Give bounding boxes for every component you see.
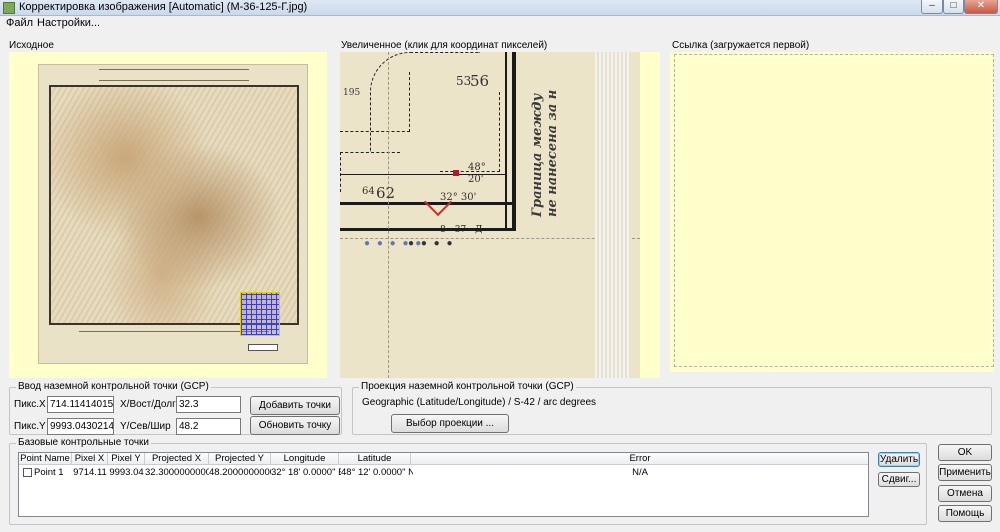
- title-bar: Корректировка изображения [Automatic] (M…: [0, 0, 1000, 16]
- map-number: 53: [456, 74, 472, 88]
- reference-panel-label: Ссылка (загружается первой): [672, 40, 810, 51]
- gcp-table-title: Базовые контрольные точки: [16, 437, 152, 448]
- projection-text: Geographic (Latitude/Longitude) / S-42 /…: [362, 397, 597, 408]
- col-error[interactable]: Error: [411, 453, 868, 465]
- gcp-marker: [453, 170, 459, 176]
- map-number: 64: [362, 186, 375, 197]
- cell-point-name: Point 1: [34, 467, 64, 478]
- col-longitude[interactable]: Longitude: [271, 453, 339, 465]
- map-number: 195: [343, 88, 361, 98]
- reference-dashed-border: [674, 54, 994, 367]
- row-checkbox[interactable]: [23, 468, 32, 477]
- sheet-code: 8—37—Д: [440, 225, 483, 235]
- cell-pixel-x: 9714.11: [73, 467, 107, 478]
- minimize-button[interactable]: –: [921, 0, 943, 14]
- gcp-table[interactable]: Point Name Pixel X Pixel Y Projected X P…: [18, 452, 869, 517]
- apply-button[interactable]: Применить: [938, 464, 992, 481]
- cell-projected-x: 32.3000000000: [145, 467, 209, 478]
- col-point-name[interactable]: Point Name: [19, 453, 72, 465]
- zoom-panel-label: Увеличенное (клик для координат пикселей…: [341, 40, 548, 51]
- col-projected-x[interactable]: Projected X: [145, 453, 209, 465]
- map-header-lines: [99, 69, 249, 81]
- map-dots-dark: ● ● ● ●: [408, 238, 455, 249]
- crosshair-vertical: [388, 52, 389, 378]
- reference-image-panel[interactable]: [670, 52, 994, 372]
- cell-projected-y: 48.2000000000: [209, 467, 271, 478]
- help-button[interactable]: Помощь: [938, 505, 992, 522]
- y-coord-label: Y/Сев/Шир: [120, 421, 171, 432]
- map-number: 48°: [468, 162, 486, 173]
- source-panel-label: Исходное: [9, 40, 54, 51]
- zoom-image-panel[interactable]: 53 56 195 64 62 48° 20' 32° 30' 8—37—Д Г…: [340, 52, 660, 378]
- maximize-button[interactable]: □: [943, 0, 964, 14]
- table-header: Point Name Pixel X Pixel Y Projected X P…: [19, 453, 868, 465]
- zoom-selection-box[interactable]: [240, 292, 280, 336]
- map-content: [49, 85, 299, 325]
- ok-button[interactable]: OK: [938, 444, 992, 461]
- cell-error: N/A: [632, 467, 648, 478]
- map-dashed-line: [440, 92, 500, 172]
- col-pixel-y[interactable]: Pixel Y: [108, 453, 145, 465]
- projection-title: Проекция наземной контрольной точки (GCP…: [359, 381, 576, 392]
- window-title: Корректировка изображения [Automatic] (M…: [19, 1, 308, 13]
- map-frame-border: [505, 52, 516, 230]
- map-number: 62: [376, 184, 396, 202]
- map-number: 20': [468, 174, 484, 185]
- x-coord-label: X/Вост/Долг: [120, 399, 176, 410]
- menu-settings[interactable]: Настройки...: [37, 17, 100, 29]
- update-point-button[interactable]: Обновить точку: [250, 416, 340, 435]
- cell-longitude: 32° 18' 0.0000" E: [271, 467, 341, 478]
- pixel-y-field[interactable]: 9993.043021481: [47, 418, 114, 435]
- source-image-panel[interactable]: [9, 52, 327, 378]
- gcp-input-group: Ввод наземной контрольной точки (GCP) Пи…: [9, 381, 342, 435]
- y-coord-field[interactable]: 48.2: [176, 418, 241, 435]
- col-pixel-x[interactable]: Pixel X: [72, 453, 108, 465]
- map-vertical-text: Граница между не нанесена за н: [530, 89, 560, 217]
- map-scale-bar: [248, 344, 278, 351]
- cancel-button[interactable]: Отмена: [938, 485, 992, 502]
- projection-group: Проекция наземной контрольной точки (GCP…: [352, 381, 992, 435]
- x-coord-field[interactable]: 32.3: [176, 396, 241, 413]
- pixel-x-label: Пикс.X: [14, 399, 46, 410]
- menu-file[interactable]: Файл: [6, 17, 33, 29]
- pixel-x-field[interactable]: 714.11414015498: [47, 396, 114, 413]
- select-projection-button[interactable]: Выбор проекции ...: [391, 414, 509, 433]
- menu-bar: Файл Настройки...: [0, 16, 1000, 30]
- col-latitude[interactable]: Latitude: [339, 453, 411, 465]
- col-projected-y[interactable]: Projected Y: [209, 453, 271, 465]
- gcp-input-title: Ввод наземной контрольной точки (GCP): [16, 381, 211, 392]
- delete-button[interactable]: Удалить: [878, 452, 920, 467]
- pixel-y-label: Пикс.Y: [14, 421, 46, 432]
- map-number: 56: [470, 72, 490, 90]
- shift-button[interactable]: Сдвиг...: [878, 472, 920, 487]
- add-points-button[interactable]: Добавить точки: [250, 396, 340, 415]
- close-button[interactable]: ✕: [964, 0, 998, 14]
- cell-pixel-y: 9993.04: [109, 467, 144, 478]
- map-frame-line: [340, 228, 516, 231]
- cell-latitude: 48° 12' 0.0000" N: [341, 467, 413, 478]
- app-icon: [3, 2, 15, 14]
- map-paper-edge: [595, 52, 630, 378]
- table-row[interactable]: Point 1 9714.11 9993.04 32.3000000000 48…: [19, 466, 868, 479]
